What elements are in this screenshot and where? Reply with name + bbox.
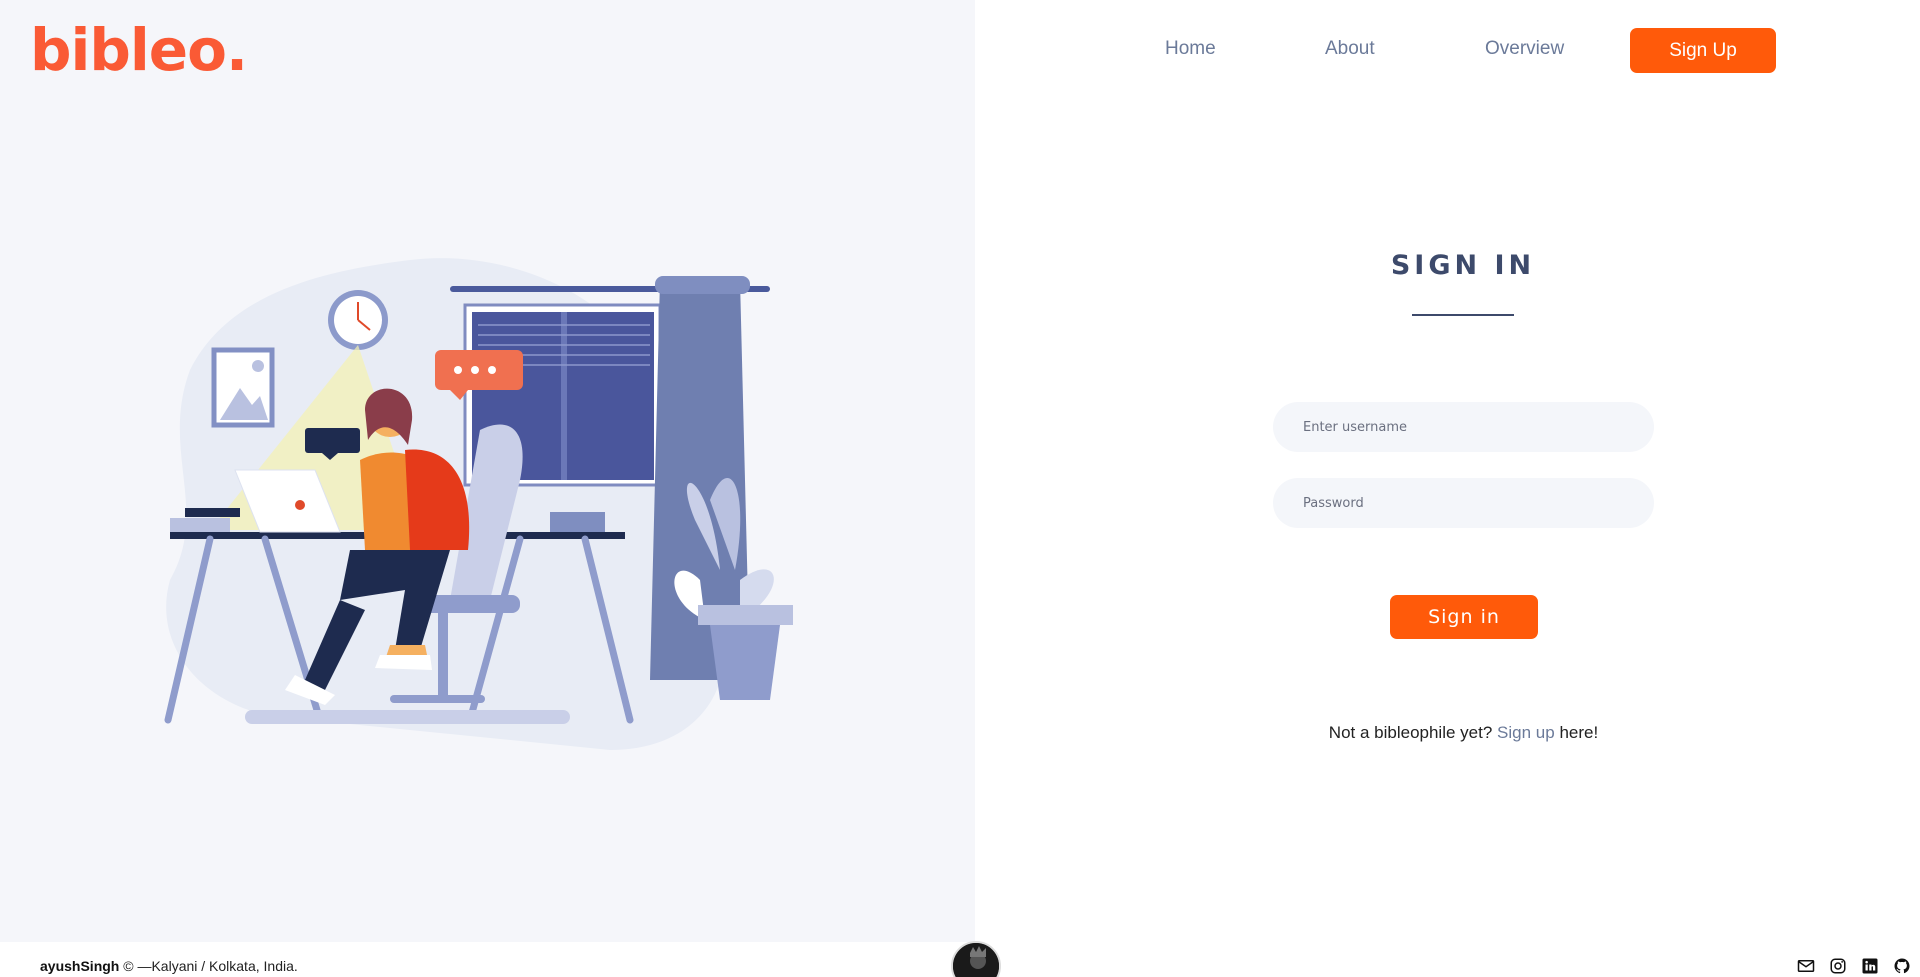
signup-link[interactable]: Sign up [1497,723,1555,742]
nav-overview-link[interactable]: Overview [1485,38,1564,60]
username-input[interactable] [1273,402,1654,452]
avatar-image [953,943,999,977]
linkedin-icon[interactable] [1861,957,1879,975]
github-icon[interactable] [1893,957,1911,975]
signup-prompt: Not a bibleophile yet? Sign up here! [1273,723,1654,743]
brand-logo[interactable]: bibleo. [30,16,248,84]
nav-about-link[interactable]: About [1325,38,1375,60]
signin-submit-button[interactable]: Sign in [1390,595,1538,639]
signup-prompt-suffix: here! [1559,723,1599,742]
workspace-illustration [164,258,793,750]
footer-location: © —Kalyani / Kolkata, India. [123,958,298,974]
instagram-icon[interactable] [1829,957,1847,975]
nav-home-link[interactable]: Home [1165,38,1216,60]
left-panel: bibleo. [0,0,975,942]
nav-signup-button[interactable]: Sign Up [1630,28,1776,73]
mail-icon[interactable] [1797,957,1815,975]
heading-divider [1412,314,1514,316]
author-avatar[interactable] [951,941,1001,977]
signin-heading: SIGN IN [1390,250,1536,281]
footer-credit: ayushSingh © —Kalyani / Kolkata, India. [40,958,298,974]
signup-prompt-text: Not a bibleophile yet? [1328,723,1493,742]
footer-author: ayushSingh [40,958,120,974]
password-input[interactable] [1273,478,1654,528]
